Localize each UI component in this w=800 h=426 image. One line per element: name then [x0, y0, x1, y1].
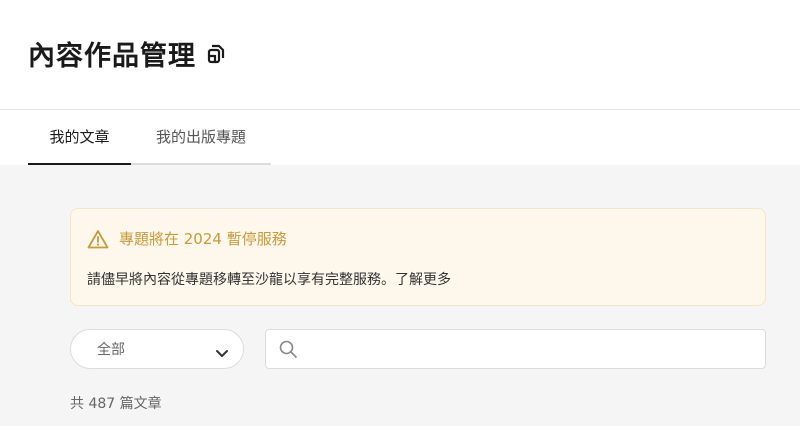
warning-triangle-icon — [87, 229, 109, 249]
search-input[interactable] — [306, 331, 765, 367]
notice-body[interactable]: 請儘早將內容從專題移轉至沙龍以享有完整服務。了解更多 — [87, 269, 451, 289]
notice-header: 專題將在 2024 暫停服務 — [87, 228, 287, 249]
page-header: 內容作品管理 — [0, 0, 800, 110]
page-title-text: 內容作品管理 — [28, 41, 196, 72]
tab-my-published-topics[interactable]: 我的出版專題 — [131, 110, 271, 165]
search-icon — [278, 339, 298, 359]
page-title: 內容作品管理 — [28, 34, 228, 73]
category-filter-select[interactable]: 全部 — [70, 329, 244, 369]
notice-title: 專題將在 2024 暫停服務 — [119, 230, 287, 248]
tab-bar: 我的文章 我的出版專題 — [28, 110, 271, 165]
copy-icon[interactable] — [206, 43, 228, 65]
article-count: 共 487 篇文章 — [70, 396, 162, 412]
filter-selected-value: 全部 — [97, 342, 125, 358]
search-box — [265, 329, 766, 369]
notice-banner: 專題將在 2024 暫停服務 請儘早將內容從專題移轉至沙龍以享有完整服務。了解更… — [70, 208, 766, 306]
tab-my-articles[interactable]: 我的文章 — [28, 110, 131, 165]
main-content: 專題將在 2024 暫停服務 請儘早將內容從專題移轉至沙龍以享有完整服務。了解更… — [0, 165, 800, 426]
chevron-down-icon — [215, 344, 229, 357]
